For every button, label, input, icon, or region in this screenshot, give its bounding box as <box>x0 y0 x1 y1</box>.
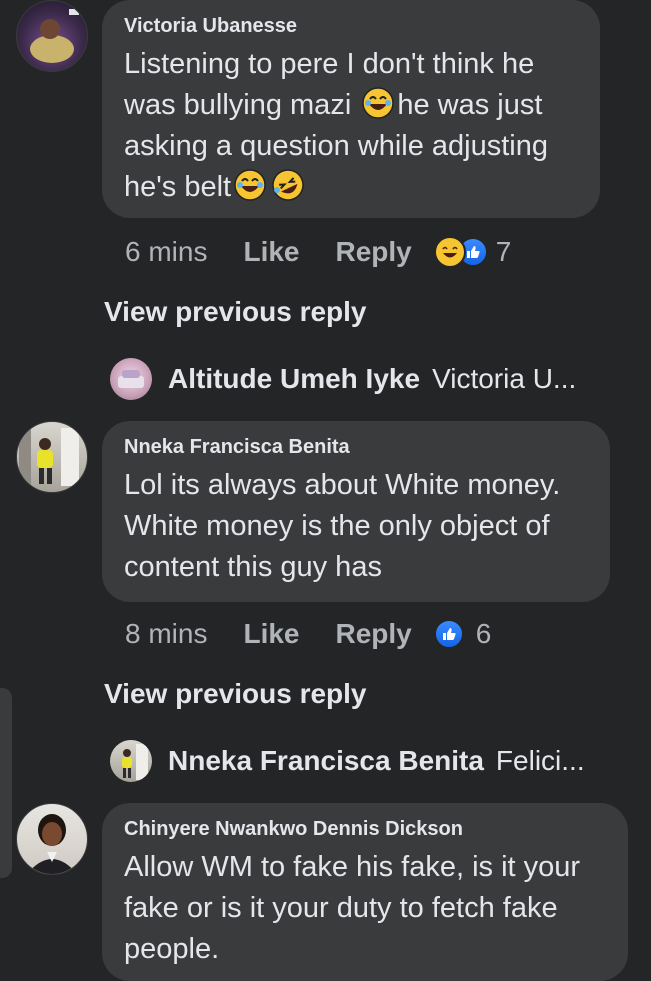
comment-text: Allow WM to fake his fake, is it your fa… <box>124 851 581 965</box>
comment-bubble: Nneka Francisca Benita Lol its always ab… <box>102 421 610 602</box>
reply-preview[interactable]: Altitude Umeh Iyke Victoria U... <box>110 358 576 400</box>
comment-actions: 8 mins Like Reply 6 <box>125 614 491 654</box>
comment-text: Lol its always about White money. White … <box>124 469 561 583</box>
reply-author[interactable]: Nneka Francisca Benita <box>168 745 484 777</box>
comment-author[interactable]: Chinyere Nwankwo Dennis Dickson <box>124 817 606 841</box>
comment-text: Listening to pere I don't think he was b… <box>124 48 548 203</box>
like-button[interactable]: Like <box>243 236 299 268</box>
reaction-count: 7 <box>495 236 512 267</box>
reply-button[interactable]: Reply <box>336 618 412 650</box>
comment-author[interactable]: Nneka Francisca Benita <box>124 435 588 459</box>
reaction-summary[interactable]: 6 <box>433 618 492 650</box>
comment-bubble: Victoria Ubanesse Listening to pere I do… <box>102 0 600 218</box>
comment-author[interactable]: Victoria Ubanesse <box>124 14 578 38</box>
comment-actions: 6 mins Like Reply 7 <box>125 232 511 272</box>
avatar <box>110 740 152 782</box>
avatar <box>110 358 152 400</box>
scroll-edge-handle[interactable] <box>0 688 12 878</box>
comment-time[interactable]: 6 mins <box>125 236 207 268</box>
haha-icon <box>433 236 466 268</box>
rolling-laughing-emoji-icon <box>272 169 304 201</box>
view-previous-reply-link[interactable]: View previous reply <box>104 678 367 710</box>
avatar[interactable] <box>16 0 88 72</box>
like-icon <box>433 619 464 649</box>
comment-bubble: Chinyere Nwankwo Dennis Dickson Allow WM… <box>102 803 628 981</box>
avatar-photo <box>27 814 77 874</box>
laughing-tears-emoji-icon <box>362 87 395 119</box>
laughing-tears-emoji-icon <box>234 169 266 201</box>
like-button[interactable]: Like <box>243 618 299 650</box>
reaction-count: 6 <box>475 618 492 649</box>
view-previous-reply-link[interactable]: View previous reply <box>104 296 367 328</box>
avatar[interactable] <box>16 803 88 875</box>
avatar[interactable] <box>16 421 88 493</box>
reply-button[interactable]: Reply <box>336 236 412 268</box>
reply-preview-text: Felici... <box>495 745 585 776</box>
avatar-photo <box>19 428 79 486</box>
avatar-photo <box>30 9 79 63</box>
reply-preview-text: Victoria U... <box>432 363 577 394</box>
comment-time[interactable]: 8 mins <box>125 618 207 650</box>
reply-preview[interactable]: Nneka Francisca Benita Felici... <box>110 740 585 782</box>
reaction-summary[interactable]: 7 <box>433 236 512 268</box>
reply-author[interactable]: Altitude Umeh Iyke <box>168 363 420 395</box>
